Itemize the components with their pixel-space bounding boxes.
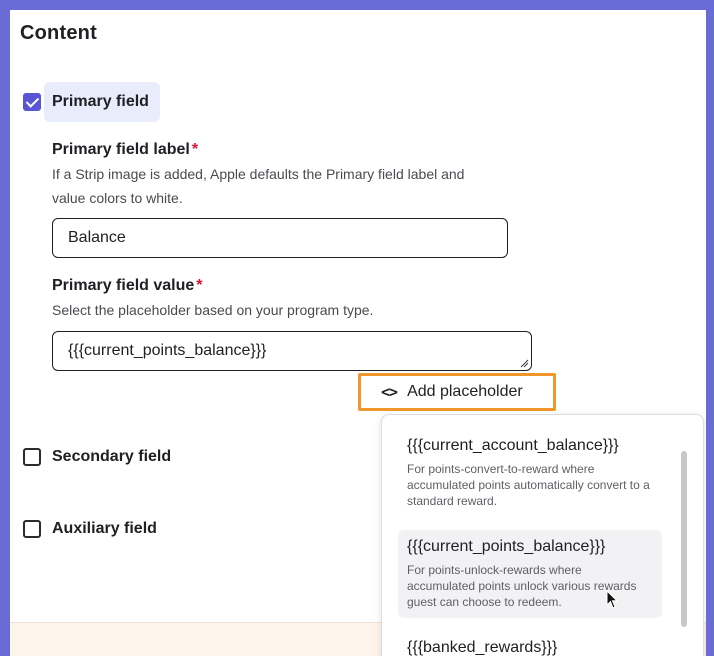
placeholder-dropdown: {{{current_account_balance}}} For points…	[381, 414, 704, 656]
primary-field-label-helper: If a Strip image is added, Apple default…	[52, 166, 465, 206]
option-token: {{{current_account_balance}}}	[407, 437, 619, 454]
secondary-field-checkbox-label[interactable]: Secondary field	[52, 448, 171, 466]
primary-field-label-input-value: Balance	[68, 229, 126, 246]
primary-field-checkbox[interactable]	[23, 93, 41, 111]
primary-field-label-title-text: Primary field label	[52, 141, 190, 158]
placeholder-option-current-account-balance[interactable]: {{{current_account_balance}}} For points…	[398, 429, 662, 517]
primary-field-value-title: Primary field value *	[52, 277, 203, 295]
primary-field-value-textarea[interactable]: {{{current_points_balance}}}	[52, 331, 532, 371]
dropdown-scrollbar[interactable]	[681, 451, 687, 627]
content-panel: Content Primary field Primary field labe…	[10, 10, 706, 656]
primary-field-value-title-text: Primary field value	[52, 277, 195, 294]
primary-field-label-input[interactable]: Balance	[52, 218, 508, 258]
required-asterisk: *	[191, 141, 199, 158]
auxiliary-field-checkbox[interactable]	[23, 520, 41, 538]
primary-field-value-helper: Select the placeholder based on your pro…	[52, 302, 374, 318]
required-asterisk: *	[196, 277, 203, 294]
primary-field-checkbox-label[interactable]: Primary field	[52, 93, 149, 111]
add-placeholder-label: Add placeholder	[407, 383, 523, 400]
option-description: For points-convert-to-reward where accum…	[407, 462, 650, 508]
resize-grip-icon[interactable]	[519, 358, 529, 368]
auxiliary-field-checkbox-label[interactable]: Auxiliary field	[52, 520, 157, 538]
placeholder-option-current-points-balance[interactable]: {{{current_points_balance}}} For points-…	[398, 530, 662, 618]
mouse-pointer-icon	[606, 590, 619, 609]
option-token: {{{current_points_balance}}}	[407, 538, 606, 555]
secondary-field-checkbox[interactable]	[23, 448, 41, 466]
section-title: Content	[20, 22, 97, 44]
option-token: {{{banked_rewards}}}	[407, 639, 558, 656]
add-placeholder-button[interactable]: <> Add placeholder	[358, 373, 556, 411]
primary-field-value-textarea-value: {{{current_points_balance}}}	[68, 342, 267, 359]
placeholder-option-banked-rewards[interactable]: {{{banked_rewards}}}	[398, 631, 662, 656]
primary-field-label-title: Primary field label *	[52, 141, 198, 159]
code-icon: <>	[381, 383, 398, 401]
